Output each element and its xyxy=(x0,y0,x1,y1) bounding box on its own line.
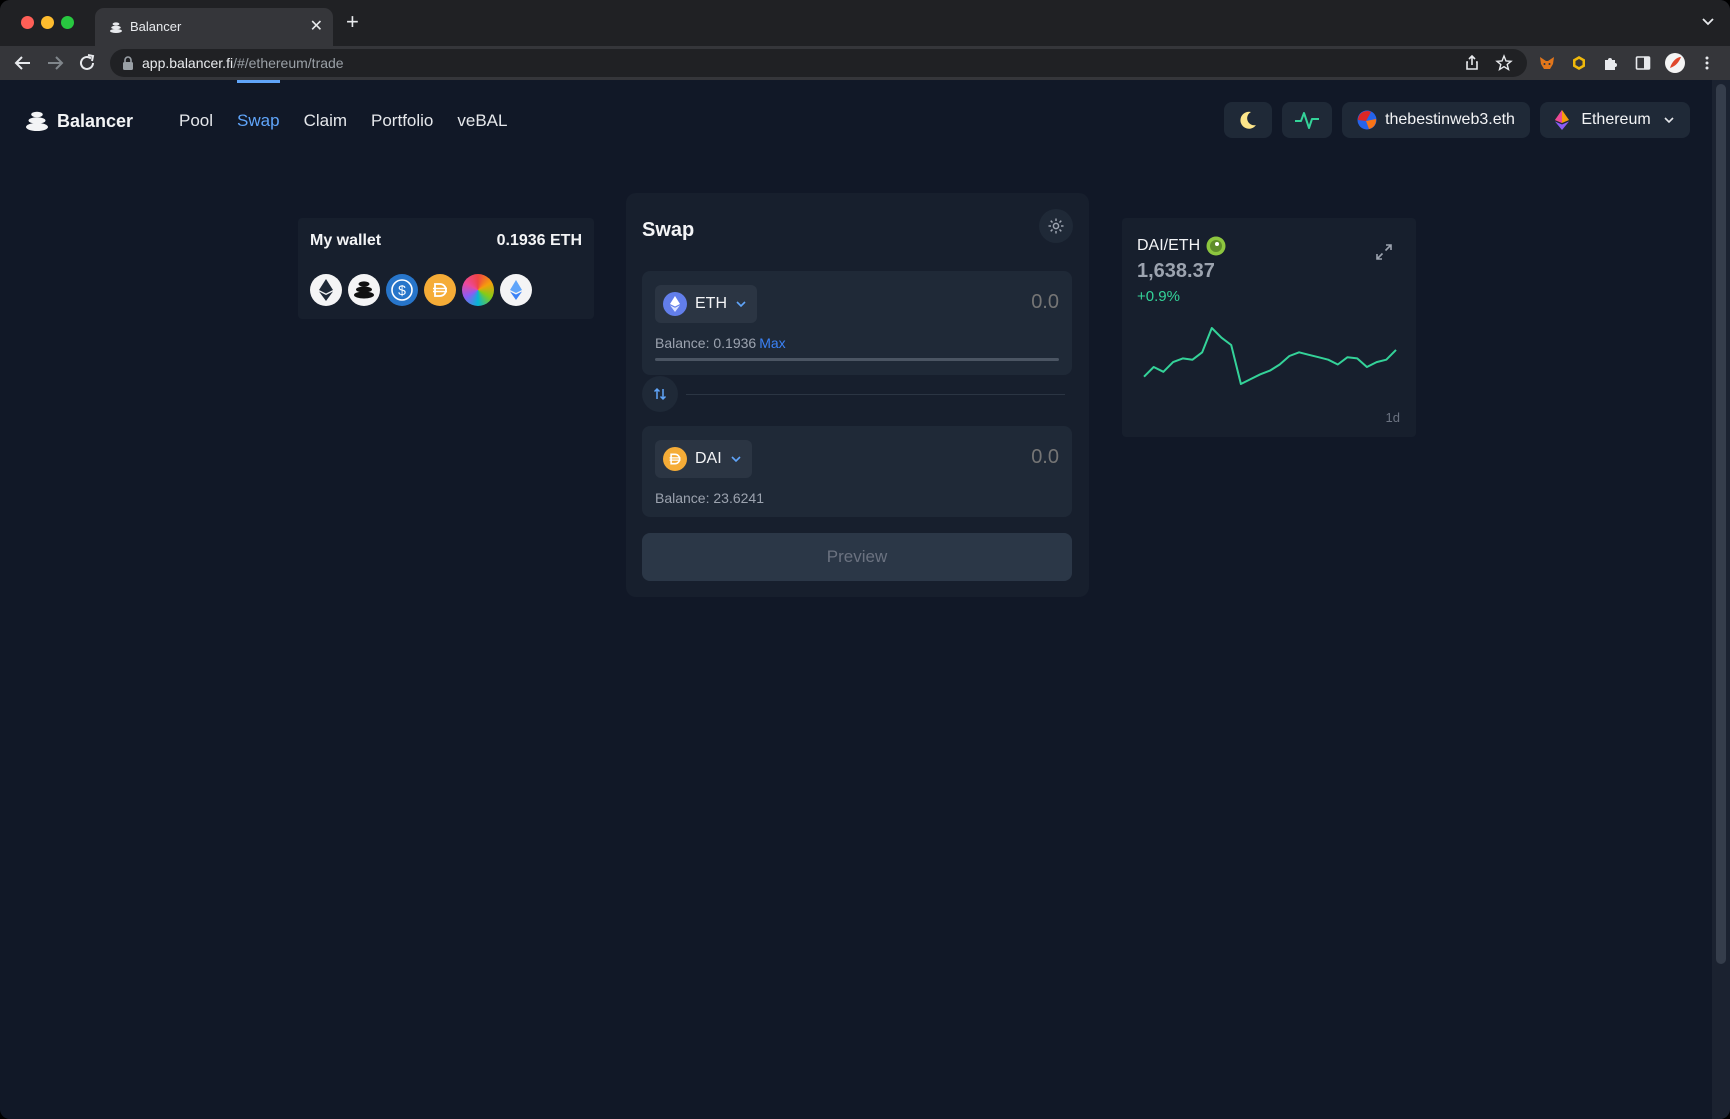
usdc-icon[interactable]: $ xyxy=(386,274,418,306)
price-line xyxy=(1143,327,1397,385)
swap-title: Swap xyxy=(642,219,695,241)
brand-name: Balancer xyxy=(57,110,134,131)
chevron-down-icon xyxy=(736,301,746,308)
chart-period[interactable]: 1d xyxy=(1386,410,1400,425)
url-text: app.balancer.fi/#/ethereum/trade xyxy=(142,55,344,71)
activity-pulse-icon xyxy=(1295,112,1319,129)
max-button[interactable]: Max xyxy=(759,335,785,351)
swap-divider xyxy=(686,394,1065,395)
chevron-down-icon xyxy=(731,456,741,463)
dai-icon[interactable] xyxy=(424,274,456,306)
price-change: +0.9% xyxy=(1137,288,1180,305)
pair-name: DAI/ETH xyxy=(1137,237,1201,254)
network-selector[interactable]: Ethereum xyxy=(1540,102,1690,138)
swap-from-panel: ETH Balance: 0.1936Max xyxy=(642,271,1072,375)
to-token-selector[interactable]: DAI xyxy=(655,440,752,478)
nav-pool[interactable]: Pool xyxy=(179,111,213,131)
puzzle-extensions-icon[interactable] xyxy=(1602,54,1620,72)
balancer-logo[interactable]: Balancer xyxy=(25,110,133,132)
steth-icon[interactable] xyxy=(500,274,532,306)
minimize-window-button[interactable] xyxy=(41,16,54,29)
nav-claim[interactable]: Claim xyxy=(304,111,347,131)
address-bar[interactable]: app.balancer.fi/#/ethereum/trade xyxy=(110,49,1527,77)
switch-tokens-button[interactable] xyxy=(642,376,678,412)
pair-label: DAI/ETH xyxy=(1137,236,1226,256)
nav-vebal[interactable]: veBAL xyxy=(457,111,507,131)
metamask-extension-icon[interactable] xyxy=(1538,54,1556,72)
eth-token-icon xyxy=(663,292,687,316)
svg-text:$: $ xyxy=(398,282,406,298)
scrollbar-thumb[interactable] xyxy=(1716,84,1726,964)
back-arrow-icon[interactable] xyxy=(12,52,34,74)
lock-icon[interactable] xyxy=(122,56,134,70)
moon-icon xyxy=(1240,111,1256,129)
expand-icon[interactable] xyxy=(1374,242,1394,262)
more-vertical-icon[interactable] xyxy=(1698,54,1716,72)
swap-arrows-icon xyxy=(653,387,667,401)
from-token-selector[interactable]: ETH xyxy=(655,285,757,323)
price-chart-card: DAI/ETH 1,638.37 +0.9% 1d xyxy=(1122,218,1416,437)
profile-avatar-icon[interactable] xyxy=(1664,52,1686,74)
page-scrollbar[interactable] xyxy=(1712,80,1730,1119)
browser-tabbar: Balancer ✕ + xyxy=(0,0,1730,46)
account-name: thebestinweb3.eth xyxy=(1385,111,1515,128)
url-host: app.balancer.fi xyxy=(142,55,234,71)
nav-swap[interactable]: Swap xyxy=(237,80,280,131)
balancer-logo-icon xyxy=(26,111,48,131)
coingecko-icon xyxy=(1206,236,1226,256)
price-sparkline xyxy=(1143,327,1397,385)
wallet-balance: 0.1936 ETH xyxy=(496,232,582,249)
swap-settings-button[interactable] xyxy=(1039,209,1073,243)
browser-toolbar: app.balancer.fi/#/ethereum/trade xyxy=(0,46,1730,80)
new-tab-button[interactable]: + xyxy=(346,11,359,33)
dai-token-icon xyxy=(663,447,687,471)
rainbow-token-icon[interactable] xyxy=(462,274,494,306)
browser-tab[interactable]: Balancer ✕ xyxy=(95,8,333,46)
side-panel-icon[interactable] xyxy=(1634,54,1652,72)
wallet-title: My wallet xyxy=(310,232,382,249)
from-amount-input[interactable] xyxy=(909,291,1059,314)
account-avatar-icon xyxy=(1357,110,1377,130)
balancer-favicon-icon xyxy=(110,22,122,33)
forward-arrow-icon[interactable] xyxy=(44,52,66,74)
activity-button[interactable] xyxy=(1282,102,1332,138)
my-wallet-card: My wallet 0.1936 ETH $ xyxy=(298,218,594,319)
gear-icon xyxy=(1048,218,1064,234)
account-button[interactable]: thebestinweb3.eth xyxy=(1342,102,1530,138)
to-token-symbol: DAI xyxy=(695,450,722,467)
chevron-down-icon xyxy=(1664,117,1674,124)
bal-icon[interactable] xyxy=(348,274,380,306)
share-icon[interactable] xyxy=(1463,54,1481,72)
theme-toggle-button[interactable] xyxy=(1224,102,1272,138)
cube-extension-icon[interactable] xyxy=(1570,54,1588,72)
tab-title: Balancer xyxy=(130,19,182,34)
swap-card: Swap ETH Balance: 0.1936Max xyxy=(626,193,1089,597)
from-balance-text: Balance: 0.1936 xyxy=(655,335,757,351)
main-nav: Pool Swap Claim Portfolio veBAL xyxy=(179,80,507,131)
reload-icon[interactable] xyxy=(76,52,98,74)
close-window-button[interactable] xyxy=(21,16,34,29)
url-path: /#/ethereum/trade xyxy=(233,55,344,71)
preview-button[interactable]: Preview xyxy=(642,533,1072,581)
ethereum-network-icon xyxy=(1555,110,1570,130)
wallet-token-list: $ xyxy=(310,274,532,306)
from-token-symbol: ETH xyxy=(695,295,727,312)
tab-close-icon[interactable]: ✕ xyxy=(310,16,323,36)
chevron-down-icon[interactable] xyxy=(1700,13,1716,29)
pair-price: 1,638.37 xyxy=(1137,260,1215,282)
browser-window: Balancer ✕ + app.balancer.fi/#/ethereum/… xyxy=(0,0,1730,1119)
to-balance: Balance: 23.6241 xyxy=(655,490,764,506)
eth-icon[interactable] xyxy=(310,274,342,306)
app-page: Balancer Pool Swap Claim Portfolio veBAL xyxy=(0,80,1712,1119)
from-balance: Balance: 0.1936 Max xyxy=(655,335,786,351)
to-amount-input[interactable] xyxy=(909,446,1059,469)
bookmark-star-icon[interactable] xyxy=(1495,54,1513,72)
swap-to-panel: DAI Balance: 23.6241 xyxy=(642,426,1072,517)
maximize-window-button[interactable] xyxy=(61,16,74,29)
balance-progress-bar xyxy=(655,358,1059,361)
network-name: Ethereum xyxy=(1581,111,1651,128)
nav-portfolio[interactable]: Portfolio xyxy=(371,111,433,131)
